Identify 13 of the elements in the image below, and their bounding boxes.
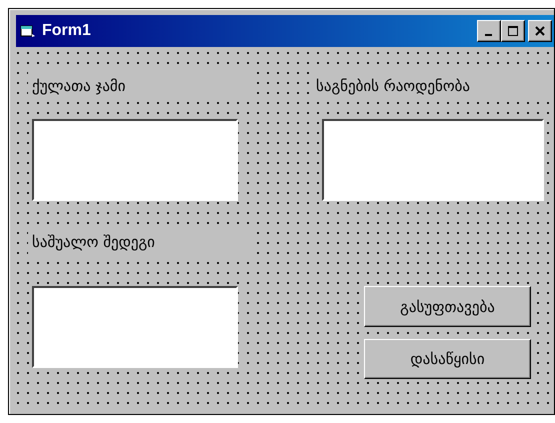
window-title: Form1	[42, 22, 91, 40]
maximize-button[interactable]	[501, 20, 525, 42]
command-button[interactable]: დასაწყისი	[364, 339, 531, 379]
minimize-icon	[484, 34, 492, 36]
maximize-icon	[508, 26, 518, 36]
close-button[interactable]	[528, 20, 552, 42]
input-field[interactable]	[32, 119, 238, 201]
input-field[interactable]	[322, 119, 544, 201]
form-icon	[20, 24, 36, 38]
input-field[interactable]	[32, 286, 238, 368]
command-button[interactable]: გასუფთავება	[364, 286, 531, 327]
minimize-button[interactable]	[477, 20, 501, 42]
close-icon	[535, 26, 545, 36]
